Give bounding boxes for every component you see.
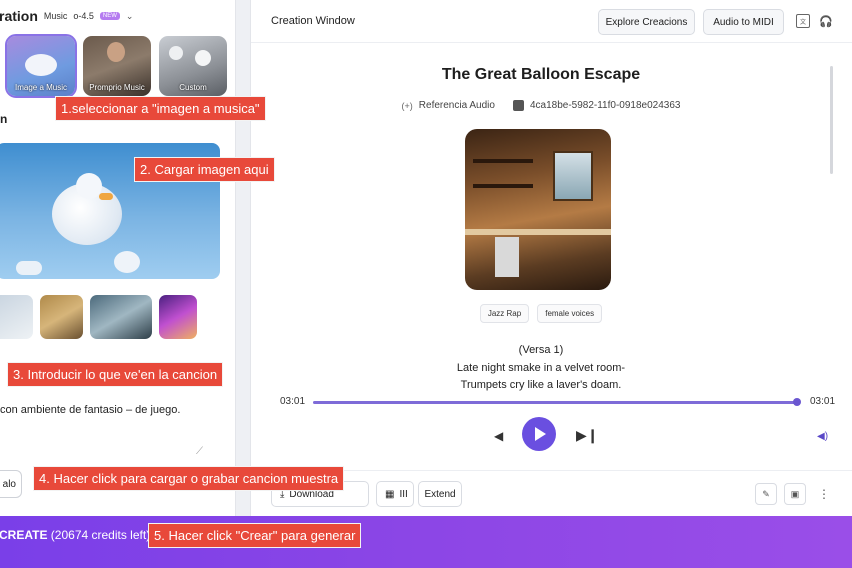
cover-window (553, 151, 593, 201)
example-image[interactable] (159, 295, 197, 339)
play-button[interactable] (522, 417, 556, 451)
model-version[interactable]: o-4.5 (73, 11, 94, 21)
create-bar[interactable]: CREATE (20674 credits left) (0, 516, 852, 568)
cover-counter (465, 229, 611, 235)
left-panel: ration Music o-4.5 NEW ⌄ Image a Music P… (0, 0, 236, 516)
cloud-small (16, 261, 42, 275)
cover-shelf (473, 184, 533, 188)
midi-icon: ▦ (385, 488, 395, 500)
left-header: ration Music o-4.5 NEW ⌄ (0, 6, 133, 26)
callout-step-1: 1.seleccionar a "imagen a musica" (55, 96, 266, 121)
left-title: ration (0, 8, 38, 24)
example-image[interactable] (40, 295, 83, 339)
model-name: Music (43, 11, 68, 21)
lyrics-line: Late night smake in a velvet room- (456, 361, 626, 374)
play-icon (535, 427, 546, 441)
lyrics-line: (Versa 1) (518, 344, 564, 356)
example-images (0, 295, 197, 339)
header-divider (251, 42, 852, 43)
headphones-icon[interactable]: 🎧 (819, 14, 833, 28)
midi-label: III (399, 488, 408, 500)
resize-handle-icon[interactable]: ⟋ (196, 446, 203, 457)
tag: Jazz Rap (479, 304, 530, 323)
knobs-thumbnail-icon (169, 46, 183, 60)
progress-bar[interactable] (313, 401, 799, 404)
prompt-input[interactable]: con ambiente de fantasio – de juego. (0, 404, 180, 416)
time-current: 03:01 (280, 396, 306, 407)
callout-step-4: 4. Hacer click para cargar o grabar canc… (33, 466, 345, 491)
song-cover-image (465, 129, 611, 290)
creation-window: Creation Window Explore Creacions Audio … (250, 0, 852, 516)
callout-step-5: 5. Hacer click "Crear" para generar (148, 523, 362, 548)
sample-upload-button[interactable]: alo (0, 470, 22, 498)
extend-button[interactable]: Extend (418, 481, 462, 507)
create-button[interactable]: CREATE (20674 credits left) (0, 528, 150, 542)
tag: female voices (537, 304, 603, 323)
duck-thumbnail-icon (25, 54, 57, 76)
time-total: 03:01 (810, 396, 836, 407)
cloud-small (114, 251, 140, 273)
lyrics-line: Trumpets cry like a laver's doam. (460, 379, 622, 391)
create-label: CREATE (0, 528, 48, 542)
person-thumbnail-icon (107, 42, 125, 62)
next-icon[interactable]: ▶❙ (576, 427, 599, 444)
new-badge: NEW (99, 12, 120, 20)
knobs-thumbnail-icon (195, 50, 211, 66)
mode-label: Custom (179, 83, 207, 92)
film-icon (512, 100, 524, 111)
credits-left: (20674 credits left) (50, 528, 151, 542)
cover-stove (495, 237, 519, 277)
mode-label: Promprio Music (89, 83, 145, 92)
explore-creations-button[interactable]: Explore Creacions (598, 9, 695, 35)
audio-to-midi-button[interactable]: Audio to MIDI (703, 9, 784, 35)
mode-label: Image a Music (14, 83, 68, 92)
lyrics: (Versa 1) Late night smake in a velvet r… (251, 342, 831, 395)
edit-icon[interactable]: ✎ (755, 483, 777, 505)
cover-shelf (473, 159, 533, 163)
callout-step-3: 3. Introducir lo que ve'en la cancion (7, 362, 224, 387)
chevron-down-icon[interactable]: ⌄ (126, 11, 134, 22)
example-image[interactable] (90, 295, 152, 339)
mode-selector: Image a Music Promprio Music Custom (5, 34, 227, 98)
translate-icon[interactable]: 文 (796, 14, 810, 28)
volume-icon[interactable]: ◀) (817, 431, 828, 442)
song-title: The Great Balloon Escape (441, 66, 641, 83)
mode-prompt-music[interactable]: Promprio Music (83, 36, 151, 96)
image-icon[interactable]: ▣ (784, 483, 806, 505)
creation-window-title: Creation Window (271, 15, 355, 27)
reference-audio-label[interactable]: Referencia Audio (419, 100, 495, 111)
reference-prefix: (+) (401, 100, 413, 111)
reference-row: (+) Referencia Audio 4ca18be-5982-11f0-0… (251, 100, 831, 111)
cloud-duck-beak (99, 193, 113, 200)
callout-step-2: 2. Cargar imagen aqui (134, 157, 275, 182)
more-icon[interactable]: ⋮ (813, 483, 835, 505)
example-image[interactable] (0, 295, 33, 339)
song-tags: Jazz Rap female voices (251, 304, 831, 323)
progress-handle[interactable] (793, 398, 801, 406)
mode-custom[interactable]: Custom (159, 36, 227, 96)
previous-icon[interactable]: ◀ (494, 429, 503, 443)
song-id: 4ca18be-5982-11f0-0918e024363 (529, 100, 681, 111)
midi-button[interactable]: ▦ III (376, 481, 414, 507)
section-heading: n (0, 112, 8, 126)
mode-image-to-music[interactable]: Image a Music (5, 34, 77, 98)
